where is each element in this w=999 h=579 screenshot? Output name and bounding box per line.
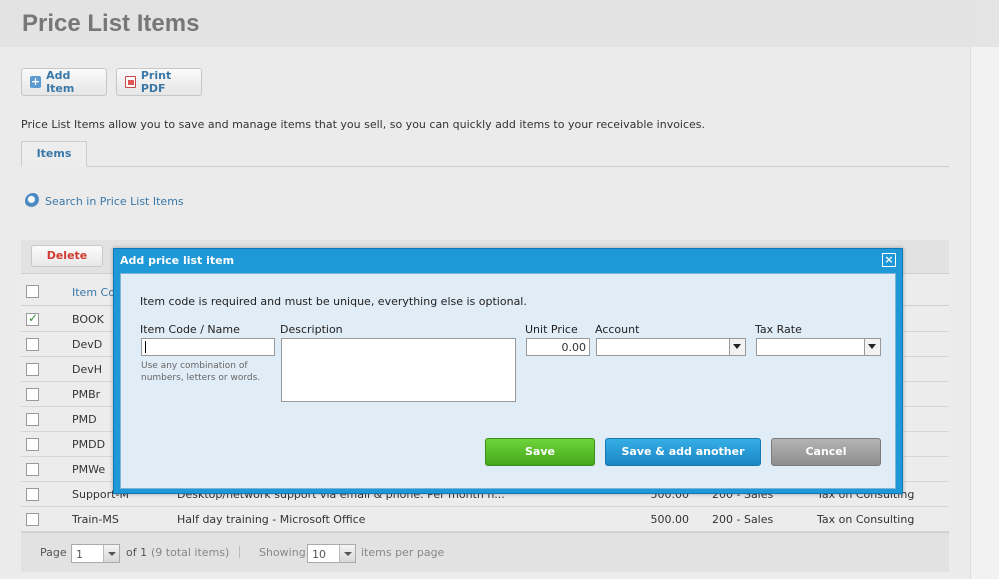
add-item-button[interactable]: + Add Item [21,68,107,96]
print-pdf-button[interactable]: Print PDF [116,68,202,96]
search-link-label: Search in Price List Items [45,194,184,208]
row-checkbox[interactable] [26,338,39,351]
item-code-hint: Use any combination of numbers, letters … [141,361,261,383]
row-checkbox[interactable] [26,413,39,426]
dialog-note: Item code is required and must be unique… [140,295,527,308]
row-checkbox[interactable] [26,463,39,476]
page-select[interactable]: 1 [71,544,120,563]
per-page-select[interactable]: 10 [307,544,356,563]
right-edge-panel [970,0,999,579]
pager-showing-label: Showing [259,546,306,559]
pager-separator [239,546,240,558]
item-code-label: Item Code / Name [140,323,240,336]
row-item-code[interactable]: DevD [72,338,102,351]
row-item-code[interactable]: PMWe [72,463,105,476]
plus-icon: + [30,75,42,88]
row-item-code[interactable]: DevH [72,363,102,376]
intro-text: Price List Items allow you to save and m… [21,118,706,131]
row-item-code[interactable]: Train-MS [72,513,119,526]
search-link[interactable]: Search in Price List Items [25,193,184,209]
row-item-code[interactable]: PMDD [72,438,105,451]
row-checkbox[interactable] [26,438,39,451]
row-checkbox[interactable] [26,363,39,376]
row-description: Half day training - Microsoft Office [177,513,366,526]
tax-rate-select[interactable] [756,338,881,356]
page-select-value: 1 [76,548,83,561]
row-account: 200 - Sales [712,513,774,526]
row-unit-price: 500.00 [650,513,690,526]
row-item-code[interactable]: BOOK [72,313,104,326]
pager-of-label: of 1 [126,546,148,559]
chevron-down-icon [339,545,355,562]
tab-underline [21,166,949,167]
add-price-list-item-dialog: Add price list item × Item code is requi… [113,248,903,494]
chevron-down-icon [729,339,745,355]
right-edge-header [970,0,999,47]
description-label: Description [280,323,343,336]
pager: Page 1 of 1 (9 total items) Showing 10 i… [21,532,949,572]
page-title: Price List Items [22,10,200,37]
row-checkbox[interactable] [26,311,39,326]
cancel-button[interactable]: Cancel [771,438,881,466]
save-button[interactable]: Save [485,438,595,466]
description-textarea[interactable] [281,338,516,402]
row-item-code[interactable]: PMBr [72,388,100,401]
row-item-code[interactable]: PMD [72,413,97,426]
unit-price-label: Unit Price [525,323,578,336]
pdf-icon [125,76,136,88]
unit-price-input[interactable]: 0.00 [526,338,590,356]
dialog-title: Add price list item [120,254,235,267]
table-row[interactable]: Train-MS Half day training - Microsoft Of… [21,507,949,532]
save-and-add-another-button[interactable]: Save & add another [605,438,761,466]
per-page-value: 10 [312,548,326,561]
row-tax-rate: Tax on Consulting [817,513,915,526]
pager-per-page-label: items per page [361,546,445,559]
account-label: Account [595,323,640,336]
page-header: Price List Items [0,0,970,47]
account-select[interactable] [596,338,746,356]
pager-page-label: Page [40,546,67,559]
row-checkbox[interactable] [26,488,39,501]
delete-button[interactable]: Delete [31,245,103,267]
chevron-down-icon [103,545,119,562]
dialog-body: Item code is required and must be unique… [120,273,896,489]
pager-total-label: (9 total items) [151,546,230,559]
tax-rate-label: Tax Rate [755,323,802,336]
row-checkbox[interactable] [26,388,39,401]
print-pdf-label: Print PDF [140,69,172,95]
chevron-down-icon [864,339,880,355]
search-icon [25,193,41,209]
add-item-label: Add Item [46,69,75,95]
row-checkbox[interactable] [26,513,39,526]
item-code-input[interactable] [141,338,275,356]
close-icon[interactable]: × [882,253,896,267]
tab-items[interactable]: Items [21,141,87,167]
select-all-checkbox[interactable] [26,285,39,298]
